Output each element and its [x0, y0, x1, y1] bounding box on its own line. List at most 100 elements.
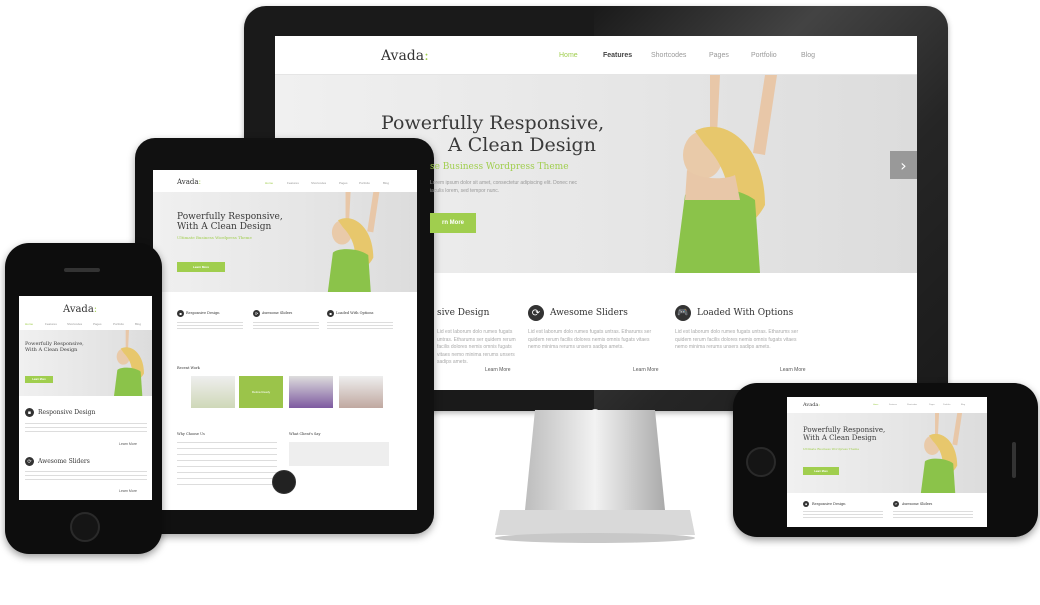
phone-hero-title: Powerfully Responsive, With A Clean Desig…: [25, 341, 84, 353]
tablet-feature-sliders: Awesome Sliders: [262, 311, 293, 315]
hero-learn-more-button[interactable]: rn More: [430, 213, 476, 233]
tablet-nav: Home Features Shortcodes Pages Portfolio…: [265, 181, 397, 185]
tablet-monitor-icon: ▪: [177, 310, 184, 317]
portfolio-thumb[interactable]: [289, 376, 333, 408]
nav-features[interactable]: Features: [603, 52, 651, 59]
phone-text-lines: [25, 471, 147, 481]
main-nav: Home Features Shortcodes Pages Portfolio…: [559, 52, 831, 59]
tablet-nav-features[interactable]: Features: [287, 181, 311, 185]
tablet-nav-pages[interactable]: Pages: [339, 181, 359, 185]
nav-blog[interactable]: Blog: [801, 52, 831, 59]
monitor-stand: [495, 410, 695, 543]
tablet-clients-heading: What Client's Say: [289, 432, 321, 436]
landscape-logo[interactable]: Avada:: [803, 402, 820, 408]
landscape-nav-features[interactable]: Features: [889, 404, 907, 406]
phone-logo[interactable]: Avada:: [63, 304, 97, 315]
tablet-feature-responsive: Responsive Design: [186, 311, 220, 315]
feature-title-responsive: sive Design: [437, 308, 490, 318]
learn-more-options[interactable]: Learn More: [780, 367, 806, 373]
phone-screen: Avada: Home Features Shortcodes Pages Po…: [19, 296, 152, 500]
ribbon-label: Retina Ready: [251, 390, 271, 394]
portfolio-thumb[interactable]: [339, 376, 383, 408]
phone-nav-blog[interactable]: Blog: [135, 322, 149, 326]
phone-monitor-icon: ▪: [25, 408, 34, 417]
landscape-feature-responsive: Responsive Design: [812, 502, 846, 506]
nav-pages[interactable]: Pages: [709, 52, 751, 59]
nav-portfolio[interactable]: Portfolio: [751, 52, 801, 59]
tablet-logo[interactable]: Avada:: [177, 178, 201, 186]
phone-home-button[interactable]: [70, 512, 100, 542]
landscape-screen: Avada: Home Features Shortcodes Pages Po…: [787, 397, 987, 527]
landscape-nav-shortcodes[interactable]: Shortcodes: [907, 404, 929, 406]
tablet-text-line: [327, 322, 393, 330]
gamepad-icon: 🎮: [675, 305, 691, 321]
landscape-nav: Home Features Shortcodes Pages Portfolio…: [873, 404, 973, 406]
feature-text-options: Lid est laborum dolo rumes fugats untras…: [675, 329, 799, 350]
hero-next-button[interactable]: ›: [890, 151, 917, 179]
portfolio-thumb[interactable]: Retina Ready: [239, 376, 283, 408]
landscape-text-lines: [893, 511, 973, 519]
learn-more-responsive[interactable]: Learn More: [485, 367, 511, 373]
tablet-gamepad-icon: ▪: [327, 310, 334, 317]
tablet-refresh-icon: ⟳: [253, 310, 260, 317]
tablet-nav-home[interactable]: Home: [265, 181, 287, 185]
landscape-speaker: [1012, 442, 1016, 478]
landscape-hero-title: Powerfully Responsive, With A Clean Desig…: [803, 426, 886, 442]
tablet-recent-work-heading: Recent Work: [177, 366, 200, 370]
landscape-hero-subtitle: Ultimate Business Wordpress Theme: [803, 447, 860, 451]
hero-text: Lorem ipsum dolor sit amet, consectetur …: [430, 180, 578, 194]
tablet-why-choose-heading: Why Choose Us: [177, 432, 205, 436]
phone-nav-pages[interactable]: Pages: [93, 322, 113, 326]
tablet-feature-options: Loaded With Options: [336, 311, 374, 315]
phone-learn-more[interactable]: Learn More: [119, 489, 137, 493]
hero-title-line2: A Clean Design: [448, 134, 596, 156]
landscape-home-button[interactable]: [746, 447, 776, 477]
tablet-nav-shortcodes[interactable]: Shortcodes: [311, 181, 339, 185]
portfolio-thumb[interactable]: [191, 376, 235, 408]
site-logo[interactable]: Avada:: [381, 48, 429, 64]
chevron-right-icon: ›: [900, 155, 907, 175]
phone-refresh-icon: ⟳: [25, 457, 34, 466]
landscape-hero: Powerfully Responsive, With A Clean Desig…: [787, 413, 987, 493]
hero-woman-image: [675, 75, 777, 273]
tablet-home-button[interactable]: [272, 470, 296, 494]
phone-nav-shortcodes[interactable]: Shortcodes: [67, 322, 93, 326]
tablet-testimonial: [289, 442, 389, 466]
phone-nav: Home Features Shortcodes Pages Portfolio…: [25, 322, 149, 326]
landscape-monitor-icon: ▪: [803, 501, 809, 507]
refresh-icon: ⟳: [528, 305, 544, 321]
feature-text-responsive: Lid est laborum dolo rumes fugats untras…: [437, 329, 516, 365]
tablet-hero-woman-image: [327, 192, 380, 292]
nav-shortcodes[interactable]: Shortcodes: [651, 52, 709, 59]
tablet-screen: Avada: Home Features Shortcodes Pages Po…: [153, 170, 417, 510]
learn-more-sliders[interactable]: Learn More: [633, 367, 659, 373]
tablet-nav-portfolio[interactable]: Portfolio: [359, 181, 383, 185]
landscape-nav-pages[interactable]: Pages: [929, 404, 943, 406]
tablet-hero-button[interactable]: Learn More: [177, 262, 225, 272]
phone-feature-sliders: Awesome Sliders: [38, 458, 90, 465]
landscape-nav-portfolio[interactable]: Portfolio: [943, 404, 961, 406]
phone-speaker: [64, 268, 100, 272]
feature-title-options: Loaded With Options: [697, 308, 794, 318]
landscape-nav-blog[interactable]: Blog: [961, 404, 973, 406]
phone-nav-portfolio[interactable]: Portfolio: [113, 322, 135, 326]
nav-home[interactable]: Home: [559, 52, 603, 59]
tablet-checklist: [177, 442, 277, 486]
landscape-nav-home[interactable]: Home: [873, 404, 889, 406]
landscape-hero-button[interactable]: Learn More: [803, 467, 839, 475]
phone-nav-home[interactable]: Home: [25, 322, 45, 326]
feature-text-sliders: Lid est laborum dolo rumes fugats untras…: [528, 329, 652, 350]
hero-subtitle: se Business Wordpress Theme: [430, 162, 569, 172]
landscape-refresh-icon: ⟳: [893, 501, 899, 507]
phone-hero-button[interactable]: Learn More: [25, 376, 53, 383]
phone-learn-more[interactable]: Learn More: [119, 442, 137, 446]
tablet-text-line: [177, 322, 243, 330]
phone-nav-features[interactable]: Features: [45, 322, 67, 326]
phone-hero: Powerfully Responsive, With A Clean Desig…: [19, 330, 152, 396]
tablet-hero: Powerfully Responsive, With A Clean Desig…: [153, 192, 417, 292]
tablet-hero-subtitle: Ultimate Business Wordpress Theme: [177, 235, 252, 240]
tablet-nav-blog[interactable]: Blog: [383, 181, 397, 185]
landscape-feature-sliders: Awesome Sliders: [902, 502, 933, 506]
hero-title: Powerfully Responsive,: [381, 112, 605, 134]
phone-text-lines: [25, 423, 147, 433]
